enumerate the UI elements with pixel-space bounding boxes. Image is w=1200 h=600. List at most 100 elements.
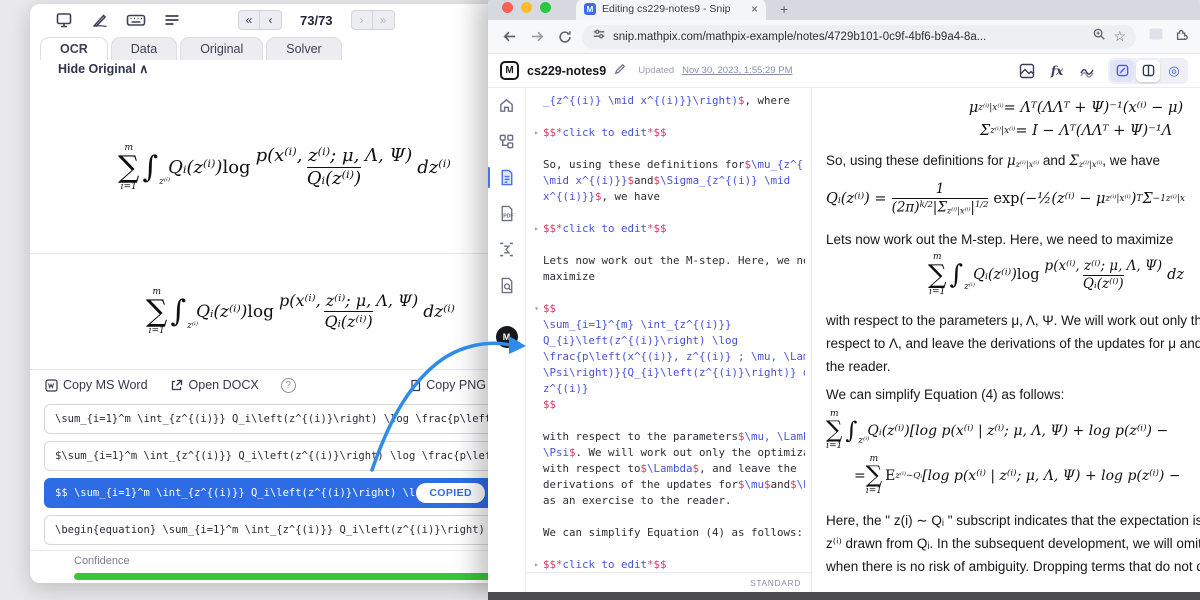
- new-tab-button[interactable]: +: [780, 1, 788, 17]
- bookmark-star-icon[interactable]: ☆: [1113, 28, 1126, 45]
- home-icon[interactable]: [497, 96, 516, 115]
- gutter: [530, 429, 543, 445]
- ocr-mode-badge[interactable]: STANDARD: [750, 578, 801, 588]
- editor-line[interactable]: [530, 141, 805, 157]
- site-settings-icon[interactable]: [592, 27, 606, 46]
- copy-ms-word-button[interactable]: Copy MS Word: [44, 378, 148, 392]
- document-search-icon[interactable]: [497, 276, 516, 295]
- webapp-header: M cs229-notes9 Updated Nov 30, 2023, 1:5…: [488, 54, 1200, 88]
- editor-line[interactable]: with respect to $\Lambda$, and leave the: [530, 461, 805, 477]
- editor-line[interactable]: _{z^{(i)} \mid x^{(i)}}\right)$, where: [530, 93, 805, 109]
- lines-icon[interactable]: [162, 10, 182, 30]
- editor-line[interactable]: \Psi\right)}{Q_{i}\left(z^{(i)}\right)} …: [530, 365, 805, 381]
- editor-line[interactable]: with respect to the parameters $\mu, \La…: [530, 429, 805, 445]
- pen-icon[interactable]: [90, 10, 110, 30]
- editor-line[interactable]: ▸$$* click to edit *$$: [530, 557, 805, 573]
- reload-icon[interactable]: [554, 26, 576, 48]
- editor-line[interactable]: [530, 237, 805, 253]
- updated-date[interactable]: Nov 30, 2023, 1:55:29 PM: [682, 65, 792, 76]
- close-window-button[interactable]: [502, 2, 513, 13]
- editor-line[interactable]: ▾$$: [530, 301, 805, 317]
- editor-line[interactable]: [530, 541, 805, 557]
- editor-line[interactable]: maximize: [530, 269, 805, 285]
- fold-arrow-icon[interactable]: ▾: [530, 301, 543, 317]
- editor-line[interactable]: We can simplify Equation (4) as follows:: [530, 525, 805, 541]
- fold-arrow-icon[interactable]: ▸: [530, 125, 543, 141]
- editor-line[interactable]: Q_{i}\left(z^{(i)}\right) \log: [530, 333, 805, 349]
- gutter: [530, 285, 543, 301]
- fold-arrow-icon[interactable]: ▸: [530, 221, 543, 237]
- format-row-latex[interactable]: \sum_{i=1}^m \int_{z^{(i)}} Q_i\left(z^{…: [44, 404, 500, 434]
- editor-line[interactable]: So, using these definitions for $\mu_{z^…: [530, 157, 805, 173]
- fold-arrow-icon[interactable]: ▸: [530, 557, 543, 573]
- maximize-window-button[interactable]: [540, 2, 551, 13]
- editor-line[interactable]: \mid x^{(i)}}$ and $\Sigma_{z^{(i)} \mid: [530, 173, 805, 189]
- editor-line[interactable]: [530, 509, 805, 525]
- editor-line[interactable]: Lets now work out the M-step. Here, we n…: [530, 253, 805, 269]
- editor-line[interactable]: [530, 413, 805, 429]
- last-page-button[interactable]: »: [373, 10, 395, 30]
- tab-data[interactable]: Data: [111, 37, 177, 60]
- next-page-button[interactable]: ›: [351, 10, 373, 30]
- browser-tab[interactable]: M Editing cs229-notes9 - Snip ×: [576, 0, 766, 20]
- keyboard-icon[interactable]: [126, 10, 146, 30]
- hide-original-toggle[interactable]: Hide Original ∧: [58, 61, 148, 76]
- snip-tabs: OCR Data Original Solver: [40, 37, 345, 60]
- copy-png-button[interactable]: Copy PNG: [407, 378, 486, 392]
- tab-solver[interactable]: Solver: [266, 37, 341, 60]
- gutter: [530, 333, 543, 349]
- sigma-snip-icon[interactable]: [497, 240, 516, 259]
- notes-tree-icon[interactable]: [497, 132, 516, 151]
- editor-line[interactable]: [530, 205, 805, 221]
- editor-line[interactable]: \sum_{i=1}^{m} \int_{z^{(i)}}: [530, 317, 805, 333]
- editor-line[interactable]: \frac{p\left(x^{(i)}, z^{(i)} ; \mu, \La…: [530, 349, 805, 365]
- help-icon[interactable]: ?: [281, 378, 296, 393]
- side-panel-icon[interactable]: [1148, 26, 1164, 47]
- editor-line[interactable]: derivations of the updates for $\mu$ and…: [530, 477, 805, 493]
- address-bar[interactable]: snip.mathpix.com/mathpix-example/notes/4…: [582, 25, 1136, 49]
- prev-page-button[interactable]: ‹: [260, 10, 282, 30]
- document-icon[interactable]: [497, 168, 516, 187]
- screenshot-icon[interactable]: [54, 10, 74, 30]
- format-row-inline-dollar[interactable]: $\sum_{i=1}^m \int_{z^{(i)}} Q_i\left(z^…: [44, 441, 500, 471]
- forward-icon[interactable]: [526, 26, 548, 48]
- tab-original[interactable]: Original: [180, 37, 263, 60]
- editor-line[interactable]: ▸$$* click to edit *$$: [530, 125, 805, 141]
- avatar[interactable]: M: [496, 326, 518, 348]
- preview-params-line: respect to Λ, and leave the derivations …: [826, 332, 1200, 355]
- toolbar-right-icons: [1148, 26, 1190, 47]
- first-page-button[interactable]: «: [238, 10, 260, 30]
- format-row-equation-env[interactable]: \begin{equation} \sum_{i=1}^m \int_{z^{(…: [44, 515, 500, 545]
- extensions-icon[interactable]: [1174, 26, 1190, 47]
- editor-line[interactable]: ▸$$* click to edit *$$: [530, 221, 805, 237]
- mathpix-favicon: M: [584, 3, 596, 15]
- editor-line[interactable]: \Psi$. We will work out only the optimiz…: [530, 445, 805, 461]
- pdf-icon[interactable]: PDF: [497, 204, 516, 223]
- editor-line[interactable]: x^{(i)}}$, we have: [530, 189, 805, 205]
- editor-line[interactable]: [530, 109, 805, 125]
- preview-eye-icon[interactable]: ◎: [1162, 60, 1186, 82]
- editor-line[interactable]: $$: [530, 397, 805, 413]
- editor-lines[interactable]: _{z^{(i)} \mid x^{(i)}}\right)$, where ▸…: [526, 88, 811, 573]
- back-icon[interactable]: [498, 26, 520, 48]
- tab-ocr[interactable]: OCR: [40, 37, 108, 60]
- zoom-icon[interactable]: [1092, 27, 1106, 46]
- edit-mode-button[interactable]: [1110, 60, 1134, 82]
- editor-line[interactable]: [530, 285, 805, 301]
- rename-pencil-icon[interactable]: [614, 62, 626, 80]
- editor-footer: STANDARD: [526, 572, 811, 592]
- minimize-window-button[interactable]: [521, 2, 532, 13]
- image-export-icon[interactable]: [1018, 62, 1036, 80]
- snip-toolbar: « ‹ 73/73 › »: [30, 4, 500, 36]
- editor-line[interactable]: z^{(i)}: [530, 381, 805, 397]
- tab-close-icon[interactable]: ×: [751, 2, 758, 16]
- format-row-display-dollar[interactable]: $$ \sum_{i=1}^m \int_{z^{(i)}} Q_i\left(…: [44, 478, 500, 508]
- split-view-button[interactable]: [1136, 60, 1160, 82]
- tab-title: Editing cs229-notes9 - Snip: [602, 3, 745, 15]
- fx-math-icon[interactable]: fx: [1048, 62, 1066, 80]
- markdown-editor-pane[interactable]: _{z^{(i)} \mid x^{(i)}}\right)$, where ▸…: [526, 88, 812, 592]
- editor-line[interactable]: as an exercise to the reader.: [530, 493, 805, 509]
- scribble-icon[interactable]: [1078, 62, 1096, 80]
- gutter: [530, 381, 543, 397]
- open-docx-button[interactable]: Open DOCX: [170, 378, 259, 392]
